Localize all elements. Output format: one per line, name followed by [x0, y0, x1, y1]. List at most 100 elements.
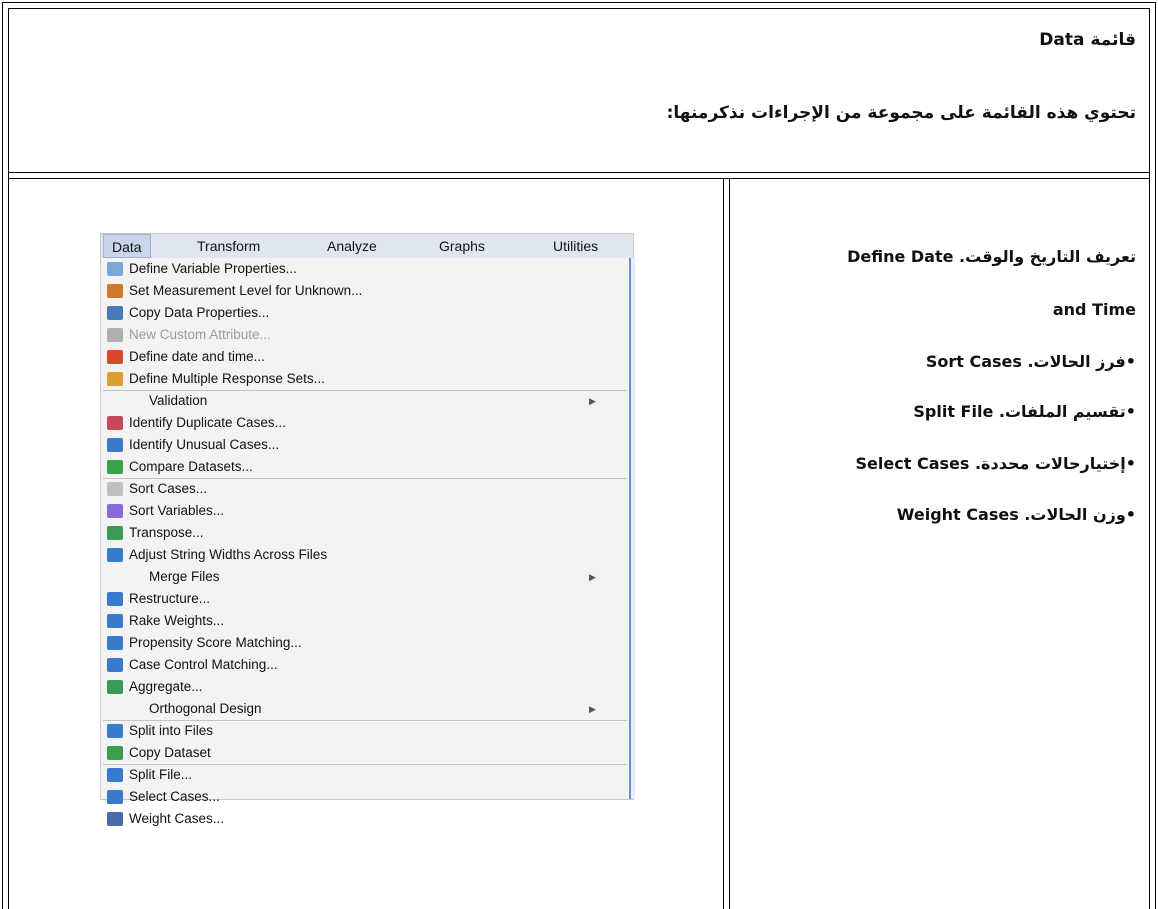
section-subtitle: تحتوي هذه القائمة على مجموعة من الإجراءا… [666, 103, 1136, 123]
plus-box-icon [107, 636, 123, 650]
menu-item-label: New Custom Attribute... [129, 327, 271, 342]
split-file-icon [107, 768, 123, 782]
menu-item-split-into-files[interactable]: Split into Files [101, 720, 629, 742]
frame-line [8, 8, 1150, 9]
submenu-arrow-icon: ▶ [589, 396, 596, 406]
menu-item-label: Define Multiple Response Sets... [129, 371, 325, 386]
list-item: •وزن الحالات. Weight Cases [896, 505, 1136, 524]
menu-item-define-variable-properties[interactable]: Define Variable Properties... [101, 258, 629, 280]
menu-item-label: Validation [149, 393, 208, 408]
compare-icon [107, 460, 123, 474]
frame-line [2, 2, 1156, 3]
menu-item-define-date-and-time[interactable]: Define date and time... [101, 346, 629, 368]
menu-item-label: Copy Dataset [129, 745, 211, 760]
menu-item-label: Define date and time... [129, 349, 265, 364]
menu-item-case-control-matching[interactable]: Case Control Matching... [101, 654, 629, 676]
define-date-line: تعريف التاريخ والوقت. Define Date [847, 247, 1136, 266]
menu-item-select-cases[interactable]: Select Cases... [101, 786, 629, 808]
menu-item-label: Split into Files [129, 723, 214, 738]
menu-item-validation[interactable]: Validation ▶ [101, 390, 629, 412]
custom-attribute-icon [107, 328, 123, 342]
menu-item-identify-duplicate-cases[interactable]: Identify Duplicate Cases... [101, 412, 629, 434]
frame-line [2, 2, 3, 909]
menu-item-label: Copy Data Properties... [129, 305, 270, 320]
menu-item-label: Propensity Score Matching... [129, 635, 302, 650]
sort-variables-icon [107, 504, 123, 518]
menu-item-aggregate[interactable]: Aggregate... [101, 676, 629, 698]
spss-data-menu-screenshot: Data Transform Analyze Graphs Utilities … [100, 233, 635, 826]
menu-item-sort-cases[interactable]: Sort Cases... [101, 478, 629, 500]
menu-item-label: Set Measurement Level for Unknown... [129, 283, 363, 298]
plus-box-icon [107, 724, 123, 738]
frame-line [8, 8, 9, 909]
frame-line [1155, 2, 1156, 909]
menu-item-label: Sort Variables... [129, 503, 225, 518]
frame-line [8, 172, 1150, 173]
menu-item-label: Select Cases... [129, 789, 220, 804]
menu-item-restructure[interactable]: Restructure... [101, 588, 629, 610]
menubar-utilities[interactable]: Utilities [553, 238, 598, 254]
menu-item-weight-cases[interactable]: Weight Cases... [101, 808, 629, 830]
menu-item-label: Rake Weights... [129, 613, 225, 628]
list-item: •تقسيم الملفات. Split File [913, 402, 1136, 421]
menu-item-set-measurement-level-for-unknown[interactable]: Set Measurement Level for Unknown... [101, 280, 629, 302]
menu-item-transpose[interactable]: Transpose... [101, 522, 629, 544]
measurement-icon [107, 284, 123, 298]
menu-item-identify-unusual-cases[interactable]: Identify Unusual Cases... [101, 434, 629, 456]
menu-item-compare-datasets[interactable]: Compare Datasets... [101, 456, 629, 478]
menu-item-label: Restructure... [129, 591, 211, 606]
menu-item-label: Identify Unusual Cases... [129, 437, 280, 452]
submenu-arrow-icon: ▶ [589, 572, 596, 582]
aggregate-icon [107, 680, 123, 694]
menubar: Data Transform Analyze Graphs Utilities [101, 234, 633, 259]
menubar-data[interactable]: Data [103, 234, 151, 258]
duplicate-icon [107, 416, 123, 430]
column-divider [723, 178, 724, 909]
menu-item-label: Case Control Matching... [129, 657, 278, 672]
data-menu-dropdown: Define Variable Properties... Set Measure… [101, 258, 631, 826]
menu-item-split-file[interactable]: Split File... [101, 764, 629, 786]
menu-item-label: Weight Cases... [129, 811, 225, 826]
menu-item-copy-data-properties[interactable]: Copy Data Properties... [101, 302, 629, 324]
response-sets-icon [107, 372, 123, 386]
menu-item-copy-dataset[interactable]: Copy Dataset [101, 742, 629, 764]
copy-data-icon [107, 306, 123, 320]
calendar-icon [107, 350, 123, 364]
menu-item-propensity-score-matching[interactable]: Propensity Score Matching... [101, 632, 629, 654]
menu-item-label: Aggregate... [129, 679, 203, 694]
menu-item-define-multiple-response-sets[interactable]: Define Multiple Response Sets... [101, 368, 629, 390]
menubar-transform[interactable]: Transform [197, 238, 260, 254]
column-divider [729, 178, 730, 909]
menubar-analyze[interactable]: Analyze [327, 238, 377, 254]
menu-item-orthogonal-design[interactable]: Orthogonal Design ▶ [101, 698, 629, 720]
plus-box-icon [107, 614, 123, 628]
menu-item-label: Compare Datasets... [129, 459, 253, 474]
section-title: قائمة Data [1039, 30, 1136, 50]
unusual-icon [107, 438, 123, 452]
pencil-icon [107, 262, 123, 276]
menu-item-sort-variables[interactable]: Sort Variables... [101, 500, 629, 522]
menu-item-rake-weights[interactable]: Rake Weights... [101, 610, 629, 632]
menu-item-label: Identify Duplicate Cases... [129, 415, 286, 430]
list-item: •إختيارحالات محددة. Select Cases [855, 454, 1136, 473]
copy-dataset-icon [107, 746, 123, 760]
menu-item-new-custom-attribute[interactable]: New Custom Attribute... [101, 324, 629, 346]
menu-item-label: Transpose... [129, 525, 204, 540]
menu-item-adjust-string-widths-across-files[interactable]: Adjust String Widths Across Files [101, 544, 629, 566]
menu-item-merge-files[interactable]: Merge Files ▶ [101, 566, 629, 588]
menu-item-label: Define Variable Properties... [129, 261, 297, 276]
plus-box-icon [107, 548, 123, 562]
window-edge [631, 258, 635, 799]
menu-item-label: Orthogonal Design [149, 701, 262, 716]
menu-item-label: Adjust String Widths Across Files [129, 547, 328, 562]
define-date-line-2: and Time [1052, 300, 1136, 319]
frame-line [1149, 8, 1150, 909]
list-item: •فرز الحالات. Sort Cases [925, 352, 1136, 371]
menu-item-label: Sort Cases... [129, 481, 208, 496]
weight-icon [107, 812, 123, 826]
sort-cases-icon [107, 482, 123, 496]
menu-item-label: Merge Files [149, 569, 220, 584]
menubar-graphs[interactable]: Graphs [439, 238, 485, 254]
plus-box-icon [107, 658, 123, 672]
select-cases-icon [107, 790, 123, 804]
